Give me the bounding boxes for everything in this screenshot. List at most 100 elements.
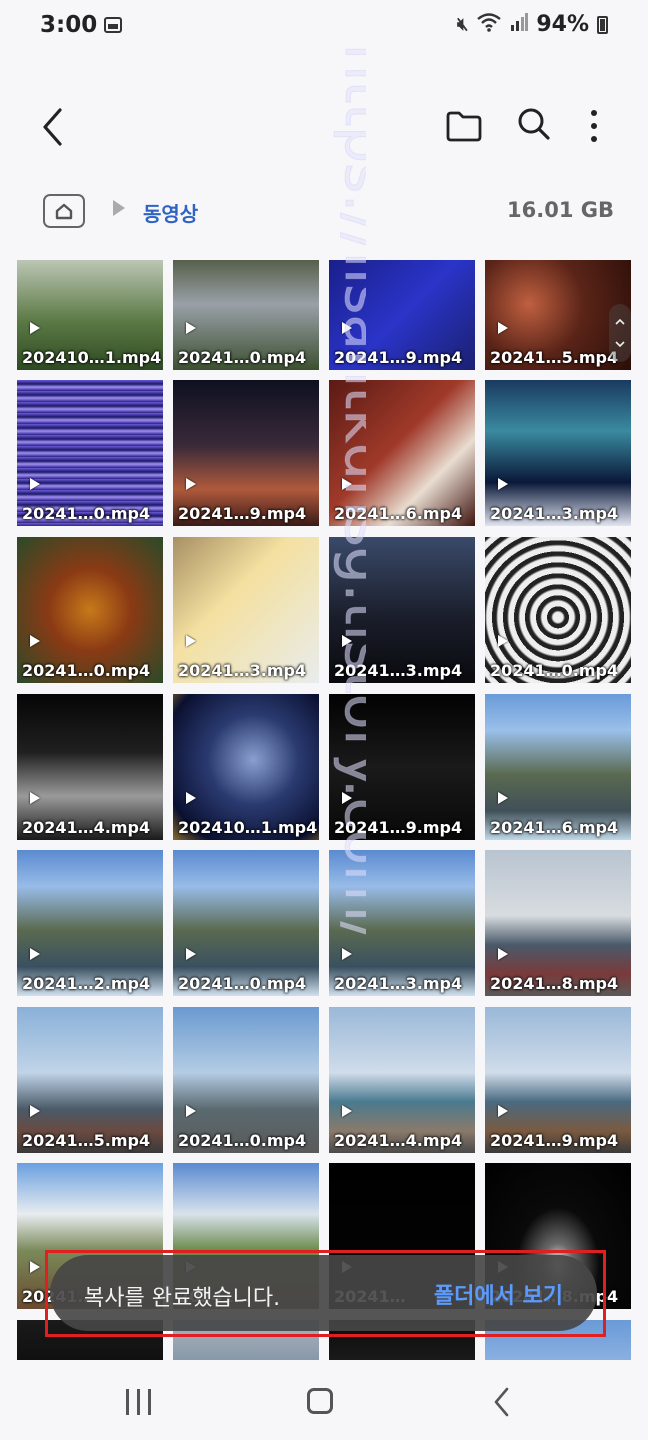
video-thumbnail[interactable]: 20241…9.mp4 — [329, 260, 475, 370]
video-thumbnail[interactable]: 20241…0.mp4 — [173, 260, 319, 370]
thumbnail-filename: 20241…0.mp4 — [490, 661, 619, 680]
scroll-handle[interactable] — [609, 304, 631, 362]
chevron-left-icon — [43, 108, 62, 146]
thumbnail-filename: 20241…3.mp4 — [334, 661, 463, 680]
video-thumbnail[interactable]: 20241…4.mp4 — [17, 694, 163, 840]
thumbnail-filename: 20241…9.mp4 — [178, 504, 307, 523]
breadcrumb-current[interactable]: 동영상 — [143, 198, 198, 227]
thumbnail-filename: 20241…5.mp4 — [22, 1131, 151, 1150]
video-thumbnail[interactable]: 20241…0.mp4 — [17, 537, 163, 683]
video-thumbnail[interactable]: 20241…3.mp4 — [329, 850, 475, 996]
battery-icon — [597, 15, 608, 34]
play-icon — [498, 478, 508, 490]
play-icon — [30, 948, 40, 960]
play-icon — [186, 478, 196, 490]
video-thumbnail[interactable]: 202410…1.mp4 — [17, 260, 163, 370]
play-icon — [186, 1105, 196, 1117]
play-icon — [498, 792, 508, 804]
navigation-bar — [0, 1364, 648, 1440]
play-icon — [342, 478, 352, 490]
play-icon — [342, 792, 352, 804]
signal-icon — [510, 13, 529, 36]
video-thumbnail[interactable]: 20241…6.mp4 — [329, 380, 475, 526]
thumbnail-filename: 20241…0.mp4 — [178, 1131, 307, 1150]
play-icon — [30, 322, 40, 334]
recents-icon — [126, 1389, 129, 1415]
thumbnail-filename: 20241…8.mp4 — [490, 974, 619, 993]
thumbnail-filename: 202410…1.mp4 — [22, 348, 162, 367]
video-thumbnail[interactable]: 202410…1.mp4 — [173, 694, 319, 840]
thumbnail-filename: 20241…6.mp4 — [490, 818, 619, 837]
play-icon — [342, 322, 352, 334]
thumbnail-filename: 20241…3.mp4 — [490, 504, 619, 523]
thumbnail-filename: 20241…3.mp4 — [334, 974, 463, 993]
thumbnail-filename: 20241…0.mp4 — [178, 348, 307, 367]
folder-button[interactable] — [444, 106, 484, 146]
scroll-arrows-icon — [615, 318, 625, 348]
search-button[interactable] — [514, 104, 554, 144]
recents-button[interactable] — [126, 1389, 154, 1415]
video-thumbnail[interactable]: 20241…9.mp4 — [485, 1007, 631, 1153]
video-thumbnail[interactable]: 20241…4.mp4 — [329, 1007, 475, 1153]
play-icon — [30, 478, 40, 490]
video-thumbnail[interactable]: 20241…5.mp4 — [17, 1007, 163, 1153]
video-thumbnail[interactable]: 20241…3.mp4 — [173, 537, 319, 683]
nav-back-icon — [494, 1387, 509, 1417]
mute-icon: 🔇︎ — [456, 14, 469, 35]
play-icon — [498, 635, 508, 647]
thumbnail-filename: 20241…0.mp4 — [22, 504, 151, 523]
thumbnail-filename: 20241…4.mp4 — [22, 818, 151, 837]
thumbnail-filename: 20241…9.mp4 — [334, 818, 463, 837]
thumbnail-filename: 202410…1.mp4 — [178, 818, 318, 837]
home-folder-button[interactable] — [43, 194, 85, 228]
video-thumbnail[interactable]: 20241…3.mp4 — [485, 380, 631, 526]
video-thumbnail[interactable]: 20241…8.mp4 — [485, 850, 631, 996]
wifi-icon — [476, 12, 502, 37]
play-icon — [186, 322, 196, 334]
thumbnail-filename: 20241…5.mp4 — [490, 348, 619, 367]
play-icon — [342, 1105, 352, 1117]
video-thumbnail[interactable]: 20241…0.mp4 — [173, 850, 319, 996]
folder-icon — [446, 111, 482, 142]
status-bar: 3:00 🔇︎ 94% — [0, 0, 648, 54]
video-thumbnail[interactable]: 20241…9.mp4 — [329, 694, 475, 840]
video-thumbnail[interactable]: 20241…0.mp4 — [17, 380, 163, 526]
video-thumbnail[interactable]: 20241…0.mp4 — [485, 537, 631, 683]
search-icon — [518, 108, 550, 140]
back-button[interactable] — [34, 104, 74, 150]
app-bar — [0, 96, 648, 158]
gallery-notification-icon — [104, 17, 122, 33]
play-icon — [498, 948, 508, 960]
play-icon — [498, 322, 508, 334]
play-icon — [30, 1105, 40, 1117]
home-icon — [55, 203, 73, 220]
status-time: 3:00 — [40, 12, 98, 38]
thumbnail-filename: 20241…0.mp4 — [178, 974, 307, 993]
video-thumbnail[interactable]: 20241…6.mp4 — [485, 694, 631, 840]
video-thumbnail[interactable]: 20241…2.mp4 — [17, 850, 163, 996]
breadcrumb-separator-icon — [113, 200, 125, 216]
video-thumbnail[interactable]: 20241…0.mp4 — [173, 1007, 319, 1153]
status-right: 🔇︎ 94% — [457, 12, 608, 37]
battery-percent: 94% — [536, 12, 589, 37]
thumbnail-filename: 20241…4.mp4 — [334, 1131, 463, 1150]
play-icon — [342, 635, 352, 647]
more-vert-icon — [591, 110, 597, 142]
more-options-button[interactable] — [580, 104, 608, 148]
storage-size: 16.01 GB — [507, 198, 614, 222]
play-icon — [498, 1105, 508, 1117]
thumbnail-filename: 20241…6.mp4 — [334, 504, 463, 523]
thumbnail-filename: 20241…3.mp4 — [178, 661, 307, 680]
play-icon — [186, 792, 196, 804]
video-thumbnail[interactable]: 20241…3.mp4 — [329, 537, 475, 683]
home-button[interactable] — [307, 1388, 333, 1414]
play-icon — [186, 948, 196, 960]
highlight-box — [45, 1250, 606, 1337]
video-grid: 202410…1.mp4 20241…0.mp4 20241…9.mp4 20241…… — [17, 260, 631, 1360]
video-thumbnail[interactable]: 20241…9.mp4 — [173, 380, 319, 526]
thumbnail-filename: 20241…9.mp4 — [334, 348, 463, 367]
breadcrumb: 동영상 16.01 GB — [0, 190, 648, 236]
play-icon — [342, 948, 352, 960]
thumbnail-filename: 20241…2.mp4 — [22, 974, 151, 993]
nav-back-button[interactable] — [490, 1386, 514, 1418]
